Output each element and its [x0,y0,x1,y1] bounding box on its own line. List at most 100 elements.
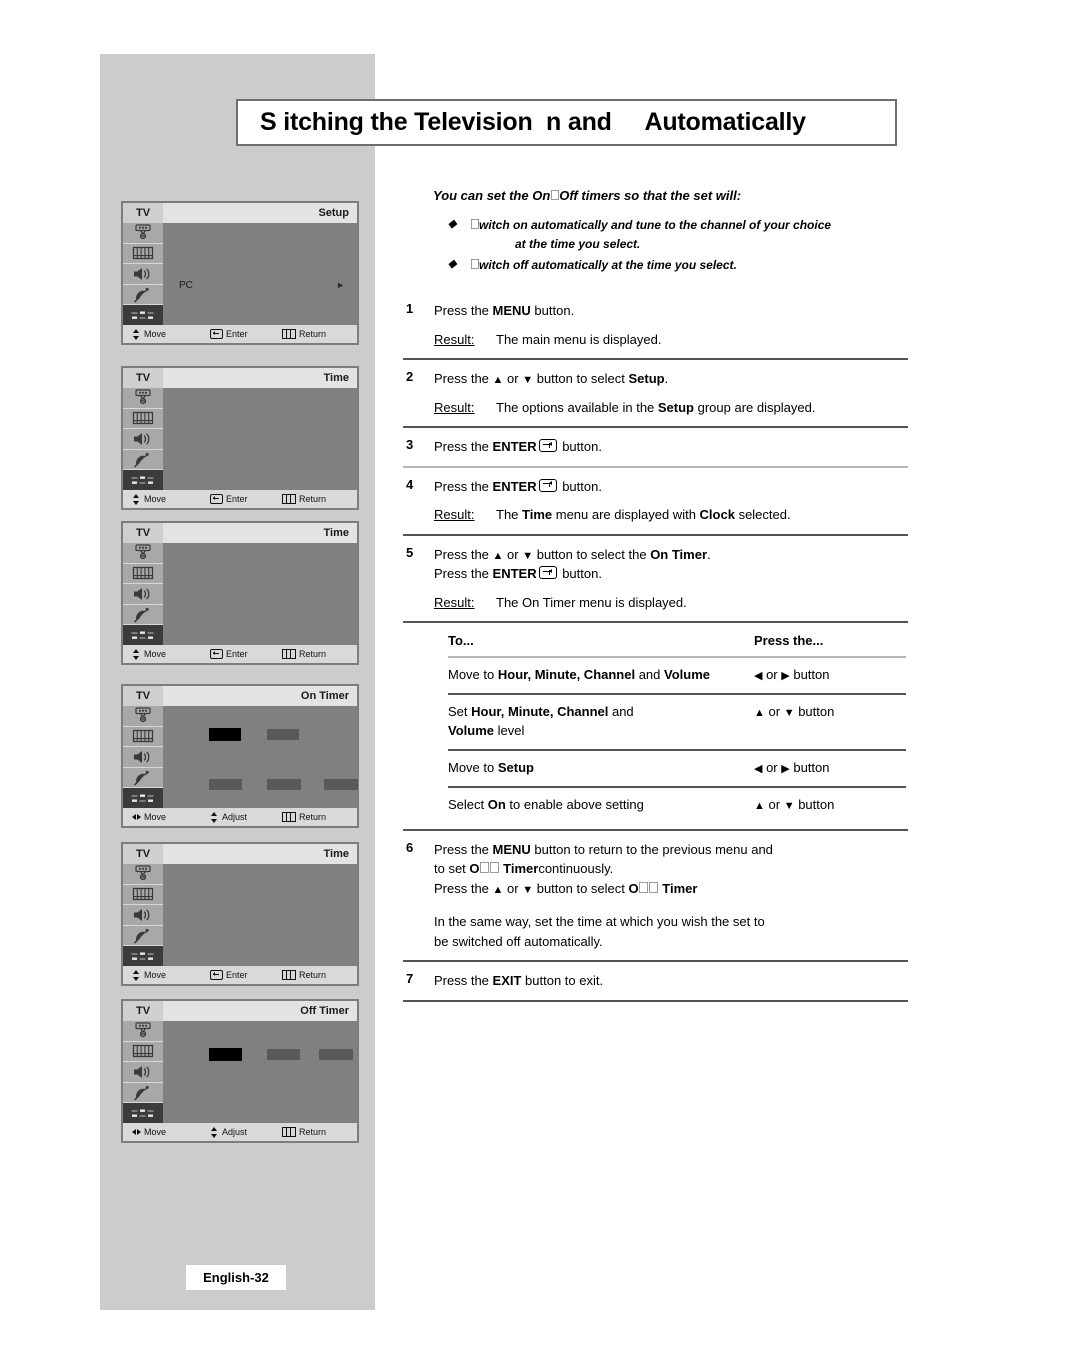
osd-tv-label: TV [123,1001,163,1021]
step-body: Press the ▲ or ▼ button to select Setup.… [434,369,908,417]
osd-value-block[interactable] [324,779,358,790]
table-row: Move to Hour, Minute, Channel and Volume… [448,658,906,693]
osd-footer-label: Move [144,494,167,504]
osd-sound-icon[interactable] [123,747,163,768]
osd-tv-label: TV [123,368,163,388]
intro-heading: You can set the On Off timers so that the… [433,188,908,203]
osd-panel-setup: TV Setup PC ► Move Enter Return [121,201,359,345]
osd-picture-icon[interactable] [123,706,163,727]
osd-feature-icon[interactable] [123,244,163,265]
osd-footer-hint: Move [132,648,210,660]
osd-picture-icon[interactable] [123,1021,163,1042]
cell-press: ◀ or ▶ button [754,667,830,683]
page-title: S itching the Television n and Automatic… [260,108,806,136]
osd-channel-dish-icon[interactable] [123,285,163,306]
osd-channel-dish-icon[interactable] [123,1083,163,1104]
text-a: Press the [434,841,493,857]
osd-sound-icon[interactable] [123,584,163,605]
osd-setup-icon[interactable] [123,1103,163,1123]
osd-sound-icon[interactable] [123,905,163,926]
diamond-bullet-icon: ◆ [448,257,457,270]
osd-value-block[interactable] [267,729,299,740]
osd-icon-rail [123,223,163,325]
osd-picture-icon[interactable] [123,223,163,244]
osd-footer-hint: Move [132,328,210,340]
osd-footer-hint: Adjust [210,811,282,823]
osd-feature-icon[interactable] [123,727,163,748]
table-row: Set Hour, Minute, Channel and Volume leve… [448,695,906,749]
down-arrow-icon: ▼ [783,707,795,720]
osd-feature-icon[interactable] [123,564,163,585]
page-number-badge: English-32 [186,1265,286,1290]
bullet-continuation: at the time you select. [515,237,641,252]
osd-sound-icon[interactable] [123,264,163,285]
osd-menu-item-pc[interactable]: PC [179,280,193,291]
osd-channel-dish-icon[interactable] [123,768,163,789]
osd-sound-icon[interactable] [123,1062,163,1083]
osd-setup-icon[interactable] [123,470,163,490]
text-o: O [469,861,480,877]
osd-header: TV Off Timer [123,1001,357,1021]
step-number: 3 [406,437,414,453]
osd-value-block-selected[interactable] [209,1048,242,1061]
left-arrow-icon: ◀ [754,762,763,775]
up-arrow-icon: ▲ [492,883,504,896]
updown-arrows-icon [132,648,141,660]
osd-header: TV Time [123,523,357,543]
osd-footer-label: Adjust [222,1127,248,1137]
menu-icon [282,970,296,980]
osd-setup-icon[interactable] [123,305,163,325]
osd-picture-icon[interactable] [123,388,163,409]
osd-panel-off-timer: TV Off Timer Move Adjust Return [121,999,359,1143]
step-line: Press the ▲ or ▼ button to select O Time… [434,880,698,896]
osd-setup-icon[interactable] [123,946,163,966]
osd-setup-icon[interactable] [123,625,163,645]
leftright-arrows-icon [132,1127,141,1138]
down-arrow-icon: ▼ [783,799,795,812]
osd-picture-icon[interactable] [123,543,163,564]
osd-setup-icon[interactable] [123,788,163,808]
osd-title: Off Timer [300,1005,349,1017]
osd-feature-icon[interactable] [123,409,163,430]
osd-footer-hint: Return [282,970,352,980]
step-line: Press the MENU button. [434,303,575,319]
text-menu: MENU [492,841,531,857]
osd-feature-icon[interactable] [123,1042,163,1063]
instructions-content: You can set the On Off timers so that the… [403,188,908,1002]
osd-body: PC ► [123,223,357,325]
up-arrow-icon: ▲ [754,707,765,720]
osd-value-block[interactable] [267,1049,300,1060]
result-text: The main menu is displayed. [496,331,662,347]
step-number: 5 [406,544,414,560]
osd-icon-rail [123,543,163,645]
missing-glyph-icon [639,881,649,893]
osd-feature-icon[interactable] [123,885,163,906]
osd-body [123,1021,357,1123]
osd-channel-dish-icon[interactable] [123,926,163,947]
osd-value-block[interactable] [267,779,301,790]
osd-value-block-selected[interactable] [209,728,241,741]
osd-footer-hint: Return [282,329,352,339]
leftright-arrows-icon [132,812,141,823]
table-header-row: To... Press the... [448,627,906,656]
text-timer: Timer [499,861,539,877]
step-4: 4 Press the ENTER button. Result: The Ti… [403,468,908,534]
enter-key-icon [210,649,223,659]
osd-picture-icon[interactable] [123,864,163,885]
osd-value-block[interactable] [319,1049,353,1060]
osd-channel-dish-icon[interactable] [123,605,163,626]
osd-footer-label: Return [299,329,327,339]
text-timer: Timer [658,880,698,896]
osd-channel-dish-icon[interactable] [123,450,163,471]
step-line: Press the ENTER button. [434,566,602,582]
osd-sound-icon[interactable] [123,429,163,450]
text-a: to set [434,861,470,877]
osd-header: TV On Timer [123,686,357,706]
result-label: Result: [434,594,475,610]
step-result: Result: The main menu is displayed. [434,330,908,350]
osd-footer: Move Enter Return [123,966,357,984]
osd-footer-hint: Enter [210,649,282,659]
osd-value-block[interactable] [209,779,242,790]
column-header-press: Press the... [754,633,824,649]
right-arrow-icon: ▶ [781,670,790,683]
